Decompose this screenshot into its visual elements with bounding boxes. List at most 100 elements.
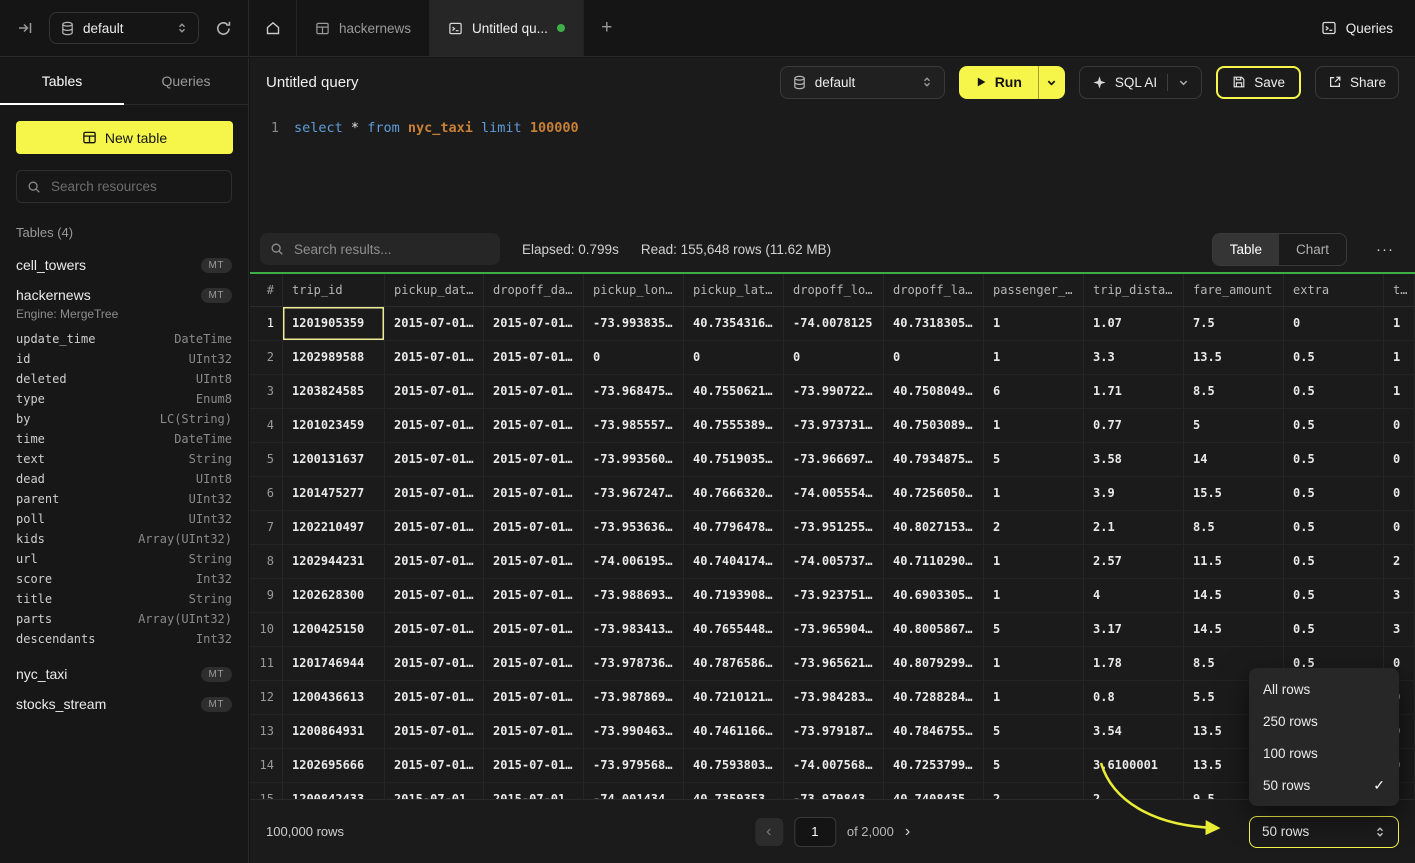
table-cell[interactable]: -73.967247… [584, 477, 684, 510]
table-cell[interactable]: 1.07 [1084, 307, 1184, 340]
column-header[interactable]: extra [1284, 274, 1384, 306]
table-cell[interactable]: 0.8 [1084, 681, 1184, 714]
run-options-button[interactable] [1038, 66, 1065, 99]
refresh-button[interactable] [210, 15, 236, 41]
table-cell[interactable]: 40.7408435… [884, 783, 984, 799]
table-cell[interactable]: 0 [684, 341, 784, 374]
table-cell[interactable]: 40.7503089… [884, 409, 984, 442]
rows-menu-item[interactable]: 100 rows [1249, 737, 1399, 769]
table-cell[interactable]: -74.006195… [584, 545, 684, 578]
table-cell[interactable]: 2015-07-01… [385, 341, 484, 374]
row-index[interactable]: 10 [250, 613, 283, 646]
table-cell[interactable]: 4 [1084, 579, 1184, 612]
table-cell[interactable]: 2015-07-01… [484, 545, 584, 578]
table-cell[interactable]: 8.5 [1184, 511, 1284, 544]
column-header[interactable]: pickup_lon… [584, 274, 684, 306]
table-cell[interactable]: 2015-07-01… [385, 783, 484, 799]
column-header[interactable]: trip_id [283, 274, 385, 306]
tab-untitled-query[interactable]: Untitled qu... [430, 0, 584, 56]
table-cell[interactable]: 40.7354316… [684, 307, 784, 340]
table-cell[interactable]: 40.7655448… [684, 613, 784, 646]
table-cell[interactable]: 2 [984, 783, 1084, 799]
table-cell[interactable]: 0.5 [1284, 545, 1384, 578]
table-cell[interactable]: 40.7934875… [884, 443, 984, 476]
table-cell[interactable]: -73.984283… [784, 681, 884, 714]
table-cell[interactable]: 11.5 [1184, 545, 1284, 578]
table-cell[interactable]: 2015-07-01… [484, 579, 584, 612]
table-cell[interactable]: 0.5 [1284, 511, 1384, 544]
table-cell[interactable]: 15.5 [1184, 477, 1284, 510]
table-cell[interactable]: 1200436613 [283, 681, 385, 714]
query-database-selector[interactable]: default [780, 66, 945, 99]
row-index[interactable]: 7 [250, 511, 283, 544]
table-cell[interactable]: 0 [584, 341, 684, 374]
table-cell[interactable]: 14.5 [1184, 613, 1284, 646]
toggle-table[interactable]: Table [1213, 234, 1279, 265]
table-cell[interactable]: 1200425150 [283, 613, 385, 646]
table-cell[interactable]: 2015-07-01… [385, 579, 484, 612]
table-cell[interactable]: 2015-07-01… [484, 341, 584, 374]
table-cell[interactable]: 2.57 [1084, 545, 1184, 578]
table-cell[interactable]: 2015-07-01… [484, 511, 584, 544]
table-cell[interactable]: 1.71 [1084, 375, 1184, 408]
table-cell[interactable]: -73.979568… [584, 749, 684, 782]
sidebar-tab-tables[interactable]: Tables [0, 58, 124, 104]
row-index[interactable]: 6 [250, 477, 283, 510]
table-cell[interactable]: 2015-07-01… [484, 749, 584, 782]
table-cell[interactable]: 2015-07-01… [385, 545, 484, 578]
table-cell[interactable]: 5 [984, 443, 1084, 476]
table-cell[interactable]: 0.5 [1284, 579, 1384, 612]
table-cell[interactable]: 1 [984, 545, 1084, 578]
table-cell[interactable]: 0 [1384, 477, 1415, 510]
table-cell[interactable]: 40.7508049… [884, 375, 984, 408]
column-header[interactable]: t… [1384, 274, 1415, 306]
table-cell[interactable]: 1202210497 [283, 511, 385, 544]
table-cell[interactable]: 2015-07-01… [484, 375, 584, 408]
table-cell[interactable]: 40.7666320… [684, 477, 784, 510]
sidebar-tab-queries[interactable]: Queries [124, 58, 248, 104]
column-header[interactable]: pickup_dat… [385, 274, 484, 306]
table-cell[interactable]: 1202628300 [283, 579, 385, 612]
row-index[interactable]: 1 [250, 307, 283, 340]
table-cell[interactable]: -73.923751… [784, 579, 884, 612]
table-cell[interactable]: 3.3 [1084, 341, 1184, 374]
table-cell[interactable]: 0.5 [1284, 375, 1384, 408]
table-cell[interactable]: 2015-07-01… [385, 749, 484, 782]
table-cell[interactable]: 2015-07-01… [385, 511, 484, 544]
table-cell[interactable]: 1201905359 [283, 307, 385, 340]
table-cell[interactable]: 5 [984, 749, 1084, 782]
table-cell[interactable]: 2015-07-01… [484, 647, 584, 680]
table-cell[interactable]: -73.983413… [584, 613, 684, 646]
table-cell[interactable]: 7.5 [1184, 307, 1284, 340]
table-cell[interactable]: 2015-07-01… [385, 681, 484, 714]
table-cell[interactable]: 2015-07-01… [484, 307, 584, 340]
column-header[interactable]: dropoff_lo… [784, 274, 884, 306]
table-cell[interactable]: 5 [984, 613, 1084, 646]
column-header[interactable]: passenger_… [984, 274, 1084, 306]
table-cell[interactable]: 40.7359353… [684, 783, 784, 799]
row-index[interactable]: 5 [250, 443, 283, 476]
table-cell[interactable]: 40.7846755… [884, 715, 984, 748]
collapse-sidebar-button[interactable] [12, 15, 38, 41]
table-cell[interactable]: 0 [884, 341, 984, 374]
rows-menu-item[interactable]: All rows [1249, 673, 1399, 705]
table-cell[interactable]: -73.990722… [784, 375, 884, 408]
table-cell[interactable]: 1 [984, 647, 1084, 680]
table-cell[interactable]: 0 [1384, 443, 1415, 476]
sidebar-item-stocks-stream[interactable]: stocks_stream MT [0, 689, 248, 719]
table-cell[interactable]: 2015-07-01… [385, 443, 484, 476]
table-cell[interactable]: -73.968475… [584, 375, 684, 408]
row-index[interactable]: 12 [250, 681, 283, 714]
table-cell[interactable]: 1200864931 [283, 715, 385, 748]
table-cell[interactable]: 1 [984, 307, 1084, 340]
table-cell[interactable]: 2015-07-01… [484, 477, 584, 510]
table-cell[interactable]: 2015-07-01… [385, 409, 484, 442]
table-cell[interactable]: -73.987869… [584, 681, 684, 714]
rows-menu-item[interactable]: 50 rows✓ [1249, 769, 1399, 801]
table-cell[interactable]: 40.7404174… [684, 545, 784, 578]
table-cell[interactable]: 1.78 [1084, 647, 1184, 680]
table-cell[interactable]: 40.7550621… [684, 375, 784, 408]
results-menu-button[interactable]: ··· [1369, 241, 1401, 258]
table-cell[interactable]: 2 [984, 511, 1084, 544]
table-cell[interactable]: 5 [984, 715, 1084, 748]
